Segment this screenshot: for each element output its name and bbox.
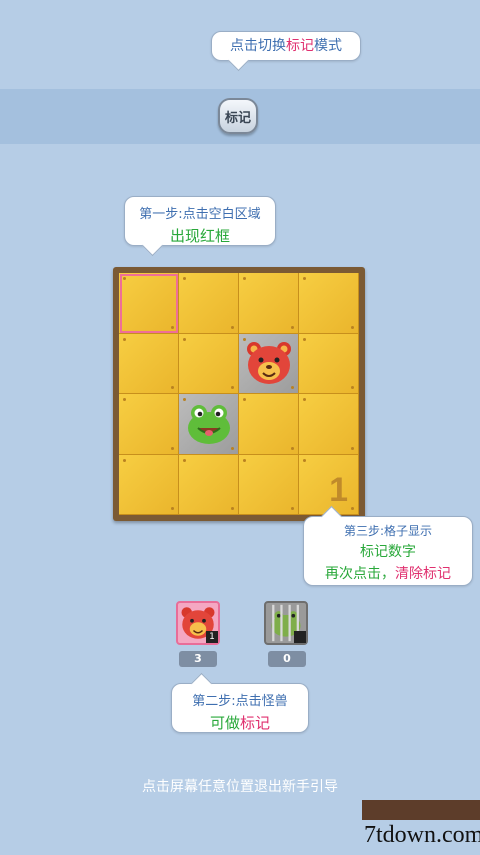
step3-line3: 再次点击，清除标记 — [304, 563, 472, 583]
red-bear-badge: 1 — [206, 631, 218, 643]
step1-line1: 第一步:点击空白区域 — [139, 207, 261, 222]
tip-mark-mode-bubble: 点击切换标记模式 — [211, 31, 361, 72]
board-cell-red-bear[interactable] — [239, 333, 299, 394]
green-frog-monster-icon — [188, 405, 230, 444]
step3-line3-a: 再次点击， — [325, 566, 395, 582]
watermark-text: 7tdown.com — [364, 822, 480, 848]
step2-line2-b: 标记 — [240, 714, 271, 732]
red-bear-card[interactable]: 1 — [176, 601, 220, 645]
step3-line3-b: 清除标记 — [395, 566, 451, 582]
board-cell-green-frog[interactable] — [179, 394, 239, 455]
step2-bubble: 第二步:点击怪兽 可做标记 — [171, 672, 309, 733]
step2-line1: 第二步:点击怪兽 — [192, 694, 288, 709]
step2-line2-a: 可做 — [209, 714, 240, 732]
board-cell[interactable] — [119, 454, 179, 515]
board-grid: 1 — [119, 273, 359, 515]
board-cell[interactable] — [179, 333, 239, 394]
board-cell[interactable] — [119, 333, 179, 394]
board-cell-marked[interactable]: 1 — [299, 454, 359, 515]
tip-text-3: 模式 — [314, 38, 342, 54]
green-frog-caged-card[interactable] — [264, 601, 308, 645]
watermark-bar — [362, 800, 480, 820]
red-bear-count: 3 — [179, 651, 217, 667]
mark-mode-button[interactable]: 标记 — [218, 98, 258, 134]
step3-line2: 标记数字 — [360, 544, 416, 560]
step3-bubble: 第三步:格子显示 标记数字 再次点击，清除标记 — [303, 505, 473, 586]
step1-bubble: 第一步:点击空白区域 出现红框 — [124, 196, 276, 257]
board-cell[interactable] — [239, 454, 299, 515]
board-cell[interactable] — [299, 273, 359, 334]
board-cell-selected[interactable] — [119, 273, 179, 334]
board-cell[interactable] — [179, 273, 239, 334]
board-cell[interactable] — [179, 454, 239, 515]
board-cell[interactable] — [239, 394, 299, 455]
cell-mark-number: 1 — [329, 471, 348, 509]
board-cell[interactable] — [119, 394, 179, 455]
board-cell[interactable] — [239, 273, 299, 334]
caged-frog-count: 0 — [268, 651, 306, 667]
board-cell[interactable] — [299, 333, 359, 394]
board-cell[interactable] — [299, 394, 359, 455]
game-board: 1 — [113, 267, 365, 521]
step2-line2: 可做标记 — [172, 712, 308, 733]
red-bear-monster-icon — [247, 341, 291, 384]
exit-tutorial-hint[interactable]: 点击屏幕任意位置退出新手引导 — [0, 776, 480, 796]
tip-text-2: 标记 — [286, 38, 314, 54]
caged-frog-badge — [294, 631, 306, 643]
